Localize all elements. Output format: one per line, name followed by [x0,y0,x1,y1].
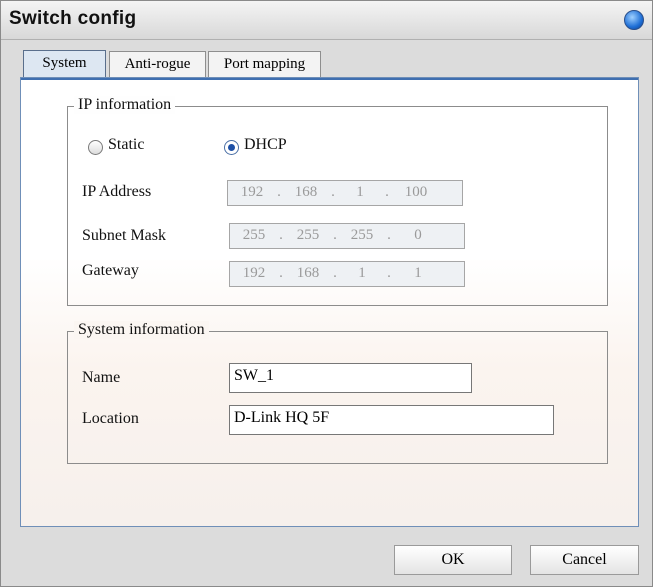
gateway-octet: 168 [296,265,320,281]
subnet-mask-label: Subnet Mask [82,227,166,244]
octet-separator: . [277,184,281,200]
octet-separator: . [387,265,391,281]
tab-system[interactable]: System [23,50,106,78]
radio-dot [228,144,235,151]
tab-port-mapping[interactable]: Port mapping [208,51,321,77]
system-tab-panel: IP information Static DHCP IP Address 19… [20,77,639,527]
octet-separator: . [279,227,283,243]
location-input[interactable]: D-Link HQ 5F [229,405,554,435]
title-bar[interactable]: Switch config [1,1,652,40]
window-title: Switch config [9,8,137,29]
ip-octet: 100 [404,184,428,200]
tab-anti-rogue[interactable]: Anti-rogue [109,51,206,77]
gateway-octet: 1 [358,265,366,281]
cancel-button[interactable]: Cancel [530,545,639,575]
system-information-legend: System information [74,321,209,339]
globe-icon[interactable] [624,10,644,30]
system-information-group: System information Name SW_1 Location D-… [67,321,608,464]
location-label: Location [82,410,139,427]
octet-separator: . [387,227,391,243]
octet-separator: . [333,227,337,243]
gateway-octet: 192 [242,265,266,281]
ip-address-label: IP Address [82,183,152,200]
ip-octet: 192 [240,184,264,200]
mask-octet: 255 [350,227,374,243]
ip-octet: 168 [294,184,318,200]
dhcp-radio[interactable] [224,140,239,155]
gateway-label: Gateway [82,262,139,279]
dhcp-radio-label[interactable]: DHCP [244,136,287,154]
panel-divider [21,78,638,80]
octet-separator: . [385,184,389,200]
static-radio[interactable] [88,140,103,155]
mask-octet: 255 [242,227,266,243]
subnet-mask-field: 255 . 255 . 255 . 0 [229,223,465,249]
ip-address-field: 192 . 168 . 1 . 100 [227,180,463,206]
gateway-octet: 1 [414,265,422,281]
octet-separator: . [333,265,337,281]
ok-button[interactable]: OK [394,545,512,575]
name-label: Name [82,369,121,386]
octet-separator: . [331,184,335,200]
ip-octet: 1 [356,184,364,200]
mask-octet: 0 [414,227,422,243]
ip-information-group: IP information Static DHCP IP Address 19… [67,96,608,306]
octet-separator: . [279,265,283,281]
gateway-field: 192 . 168 . 1 . 1 [229,261,465,287]
switch-config-window: Switch config System Anti-rogue Port map… [0,0,653,587]
static-radio-label[interactable]: Static [108,136,144,154]
mask-octet: 255 [296,227,320,243]
name-input[interactable]: SW_1 [229,363,472,393]
ip-information-legend: IP information [74,96,176,114]
